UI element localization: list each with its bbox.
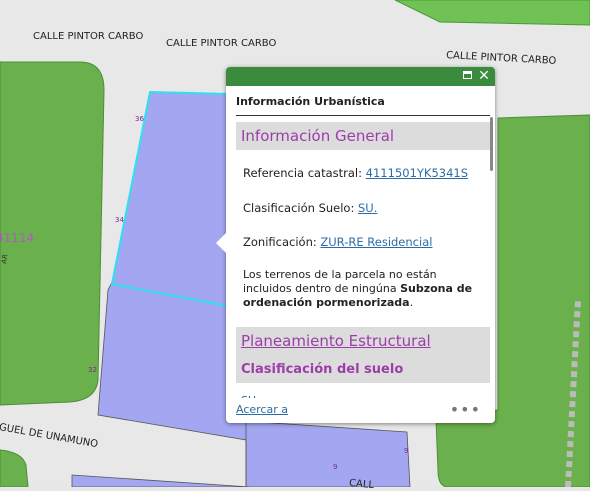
description-text: Los terrenos de la parcela no están incl… bbox=[243, 268, 483, 310]
popup-header: ✕ bbox=[226, 67, 495, 86]
scrollbar[interactable] bbox=[490, 117, 493, 171]
section-header: Planeamiento Estructural Clasificación d… bbox=[236, 327, 490, 383]
parcel-number: 9 bbox=[404, 447, 409, 455]
description-end: . bbox=[409, 296, 414, 309]
close-icon[interactable]: ✕ bbox=[477, 69, 491, 83]
parcel-number: 9 bbox=[333, 463, 338, 471]
planeamiento-link[interactable]: Planeamiento Estructural bbox=[241, 332, 431, 350]
street-label: CALL bbox=[348, 477, 375, 491]
popup-pointer bbox=[216, 233, 226, 253]
street-label: CALLE PINTOR CARBO bbox=[33, 31, 144, 42]
section-header: Información General bbox=[236, 122, 490, 150]
side-label: AR bbox=[0, 253, 10, 265]
popup-body[interactable]: Información Urbanística Información Gene… bbox=[226, 86, 495, 398]
parcel-id-label: 41114 bbox=[0, 231, 35, 245]
divider bbox=[236, 115, 490, 116]
more-options-icon[interactable]: ••• bbox=[450, 400, 481, 419]
soil-class-field: Clasificación Suelo: SU. bbox=[243, 201, 377, 215]
field-label: Clasificación Suelo: bbox=[243, 201, 355, 215]
zoning-field: Zonificación: ZUR-RE Residencial bbox=[243, 235, 432, 249]
zoom-to-link[interactable]: Acercar a bbox=[236, 403, 288, 416]
popup-footer: Acercar a ••• bbox=[226, 398, 495, 423]
catastral-reference-field: Referencia catastral: 4111501YK5341S bbox=[243, 166, 468, 180]
parcel-number: 32 bbox=[88, 366, 97, 374]
subsection-title: Clasificación del suelo bbox=[241, 362, 404, 377]
section-title: Información General bbox=[241, 127, 395, 145]
catastral-reference-link[interactable]: 4111501YK5341S bbox=[366, 166, 468, 180]
field-label: Referencia catastral: bbox=[243, 166, 363, 180]
street-label: CALLE PINTOR CARBO bbox=[166, 38, 277, 49]
zoning-link[interactable]: ZUR-RE Residencial bbox=[320, 235, 432, 249]
field-label: Zonificación: bbox=[243, 235, 317, 249]
soil-class-link[interactable]: SU. bbox=[358, 201, 377, 215]
parcel-number: 36 bbox=[135, 115, 144, 123]
info-popup: ✕ Información Urbanística Información Ge… bbox=[216, 67, 495, 423]
maximize-icon[interactable] bbox=[460, 69, 474, 83]
parcel-number: 34 bbox=[115, 216, 124, 224]
popup-title: Información Urbanística bbox=[236, 95, 385, 108]
